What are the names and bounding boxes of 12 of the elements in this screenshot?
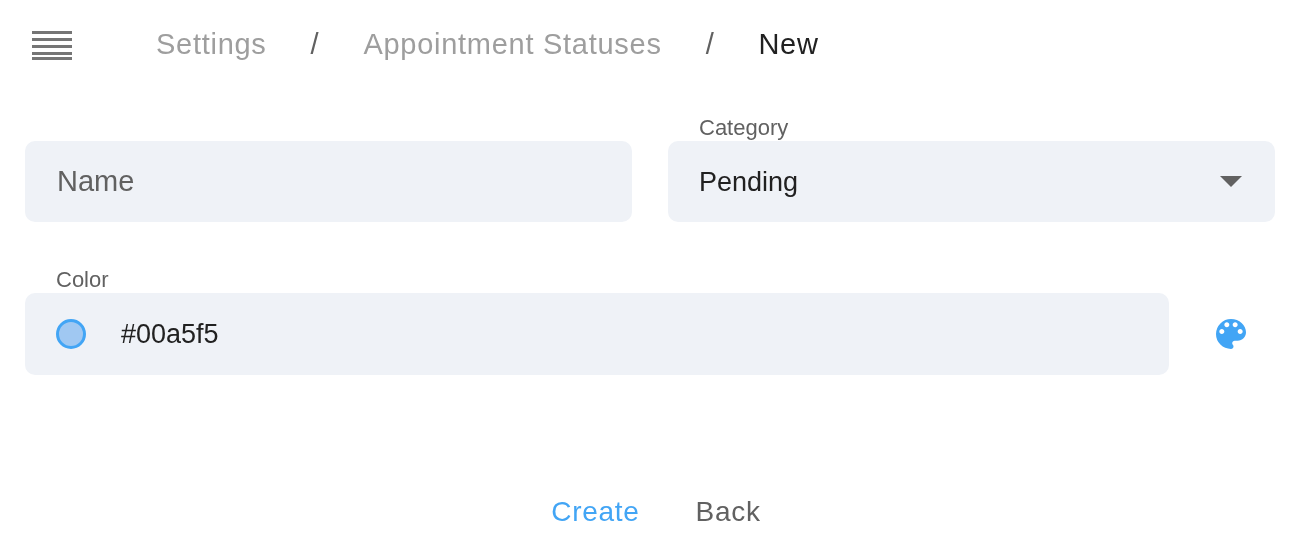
category-dropdown[interactable]: Pending xyxy=(668,141,1275,222)
field-label: Color xyxy=(56,269,109,291)
breadcrumb-current: New xyxy=(758,27,819,63)
color-field[interactable]: #00a5f5 xyxy=(25,293,1169,375)
breadcrumb-separator: / xyxy=(310,27,320,63)
menu-icon[interactable] xyxy=(32,30,72,60)
breadcrumb-separator: / xyxy=(705,27,715,63)
dropdown-value: Pending xyxy=(699,166,799,200)
back-button[interactable]: Back xyxy=(677,485,779,539)
caret-icon xyxy=(1220,176,1242,187)
name-field[interactable]: Name xyxy=(25,141,632,222)
field-label: Category xyxy=(699,117,789,139)
